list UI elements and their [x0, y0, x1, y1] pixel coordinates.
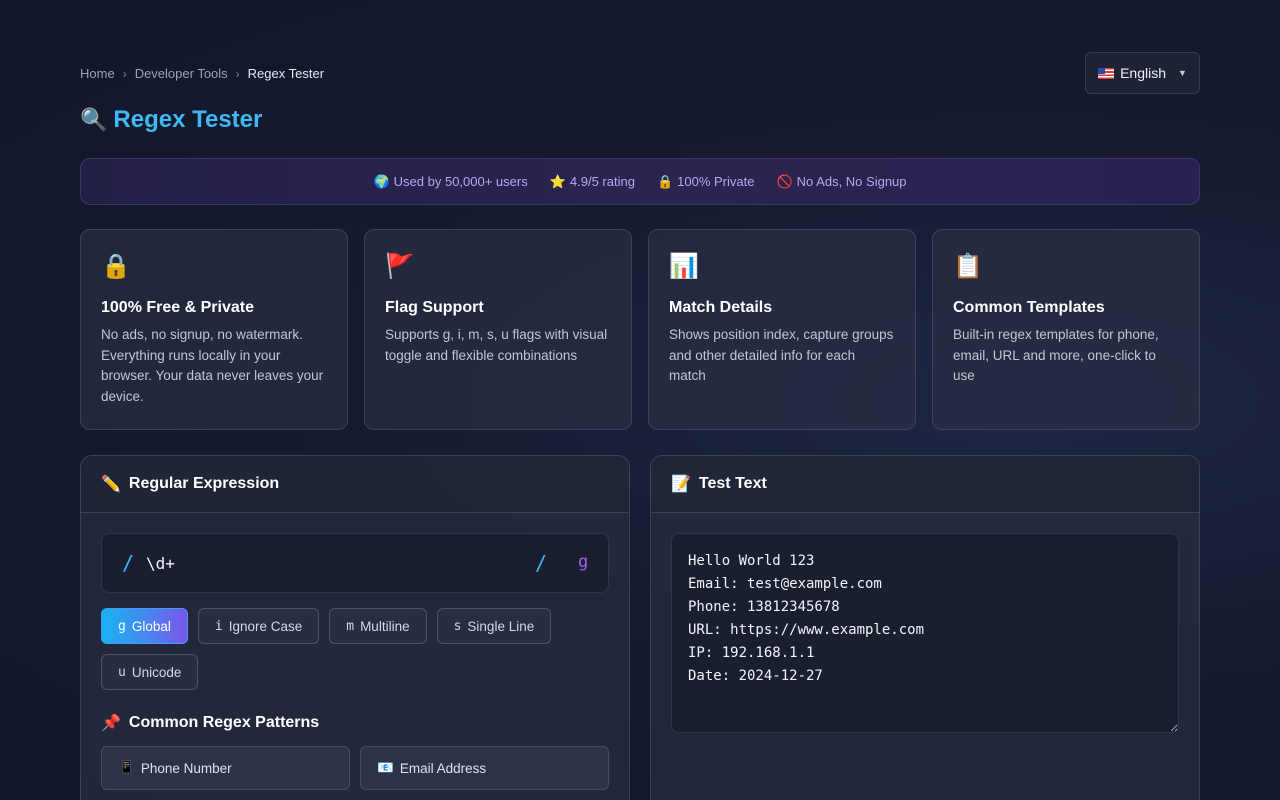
regex-pattern-input[interactable] — [146, 550, 516, 576]
regex-input-box: / / g — [101, 533, 609, 593]
stat-text: Used by 50,000+ users — [393, 174, 528, 189]
feature-card-flags: 🚩 Flag Support Supports g, i, m, s, u fl… — [364, 229, 632, 430]
flag-key: m — [346, 618, 355, 634]
pattern-templates: 📱 Phone Number 📧 Email Address — [101, 746, 611, 790]
flag-global-button[interactable]: g Global — [101, 608, 188, 644]
star-icon: ⭐ — [549, 173, 566, 189]
pushpin-icon: 📌 — [101, 715, 121, 732]
flag-label: Single Line — [467, 618, 535, 634]
chevron-down-icon: ▼ — [1178, 68, 1187, 78]
feature-title: Common Templates — [953, 299, 1105, 316]
feature-card-match-details: 📊 Match Details Shows position index, ca… — [648, 229, 916, 430]
email-icon: 📧 — [377, 760, 394, 775]
stats-banner: 🌍 Used by 50,000+ users ⭐ 4.9/5 rating 🔒… — [80, 158, 1200, 205]
prohibited-icon: 🚫 — [776, 173, 793, 189]
flag-label: Ignore Case — [228, 618, 303, 634]
flag-label: Multiline — [360, 618, 410, 634]
flag-key: g — [118, 618, 126, 634]
flag-multiline-button[interactable]: m Multiline — [329, 608, 427, 644]
breadcrumb: Home › Developer Tools › Regex Tester — [80, 66, 324, 81]
feature-title: Match Details — [669, 299, 773, 316]
page-title-text: Regex Tester — [113, 106, 263, 133]
stat-text: 100% Private — [677, 174, 755, 189]
stat-text: 4.9/5 rating — [569, 174, 635, 189]
flag-ignore-case-button[interactable]: i Ignore Case — [197, 608, 320, 644]
clipboard-icon: 📋 — [953, 253, 983, 280]
patterns-heading: 📌 Common Regex Patterns — [101, 713, 319, 733]
feature-description: Shows position index, capture groups and… — [669, 327, 894, 383]
lock-icon: 🔒 — [101, 253, 131, 280]
flag-label: Global — [131, 618, 171, 634]
flag-key: u — [118, 664, 126, 680]
breadcrumb-home[interactable]: Home — [80, 66, 115, 81]
red-flag-icon: 🚩 — [385, 253, 415, 280]
flag-key: i — [214, 618, 223, 634]
patterns-title: Common Regex Patterns — [128, 714, 320, 731]
page: Home › Developer Tools › Regex Tester En… — [80, 0, 1200, 800]
pencil-icon: ✏️ — [101, 476, 121, 493]
language-label: English — [1120, 65, 1166, 81]
breadcrumb-separator: › — [122, 66, 127, 81]
pattern-email-button[interactable]: 📧 Email Address — [360, 746, 609, 790]
regex-close-slash: / — [535, 551, 548, 575]
active-flags-display: g — [578, 552, 589, 572]
breadcrumb-developer-tools[interactable]: Developer Tools — [135, 66, 228, 81]
regex-panel-title: Regular Expression — [128, 475, 280, 492]
feature-description: Built-in regex templates for phone, emai… — [953, 327, 1159, 383]
regex-open-slash: / — [122, 551, 135, 575]
stat-no-ads: 🚫 No Ads, No Signup — [776, 174, 906, 190]
test-text-input[interactable]: Hello World 123 Email: test@example.com … — [671, 533, 1179, 733]
breadcrumb-separator: › — [235, 66, 240, 81]
globe-icon: 🌍 — [373, 173, 390, 189]
regex-panel-header: ✏️ Regular Expression — [81, 456, 629, 513]
feature-title: Flag Support — [385, 299, 484, 316]
feature-card-templates: 📋 Common Templates Built-in regex templa… — [932, 229, 1200, 430]
flag-key: s — [453, 618, 462, 634]
feature-description: No ads, no signup, no watermark. Everyth… — [101, 327, 324, 404]
page-title: 🔍 Regex Tester — [80, 106, 262, 134]
magnifier-icon: 🔍 — [80, 107, 108, 132]
flag-unicode-button[interactable]: u Unicode — [101, 654, 199, 690]
us-flag-icon — [1098, 67, 1115, 79]
pattern-label: Email Address — [399, 760, 487, 776]
bar-chart-icon: 📊 — [669, 253, 699, 280]
stat-text: No Ads, No Signup — [796, 174, 907, 189]
flag-label: Unicode — [131, 664, 182, 680]
language-selector[interactable]: English ▼ — [1085, 52, 1200, 94]
stat-rating: ⭐ 4.9/5 rating — [550, 174, 635, 190]
memo-icon: 📝 — [671, 476, 691, 493]
lock-icon: 🔒 — [656, 173, 674, 189]
flag-toggles: g Global i Ignore Case m Multiline s Sin… — [101, 608, 611, 690]
pattern-phone-button[interactable]: 📱 Phone Number — [101, 746, 350, 790]
mobile-phone-icon: 📱 — [118, 760, 135, 775]
test-text-panel-title: Test Text — [698, 475, 767, 492]
pattern-label: Phone Number — [140, 760, 232, 776]
breadcrumb-current: Regex Tester — [247, 66, 325, 81]
feature-card-private: 🔒 100% Free & Private No ads, no signup,… — [80, 229, 348, 430]
stat-users: 🌍 Used by 50,000+ users — [373, 174, 527, 190]
flag-single-line-button[interactable]: s Single Line — [436, 608, 552, 644]
test-text-panel: 📝 Test Text Hello World 123 Email: test@… — [650, 455, 1200, 800]
feature-title: 100% Free & Private — [101, 299, 254, 316]
test-text-panel-header: 📝 Test Text — [651, 456, 1199, 513]
feature-cards: 🔒 100% Free & Private No ads, no signup,… — [80, 229, 1200, 430]
stat-private: 🔒 100% Private — [657, 174, 755, 190]
feature-description: Supports g, i, m, s, u flags with visual… — [385, 327, 608, 363]
regex-panel: ✏️ Regular Expression / / g g Global i I… — [80, 455, 630, 800]
